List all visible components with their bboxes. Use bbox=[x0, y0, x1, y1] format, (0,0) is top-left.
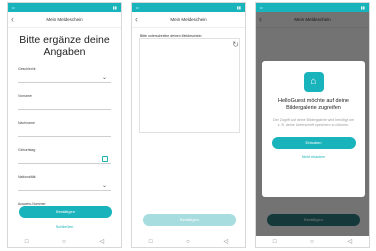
nav-recents-icon[interactable]: □ bbox=[25, 239, 29, 245]
app-header: ‹ Mein Meldeschein bbox=[132, 12, 245, 28]
form-title-line1: Bitte ergänze deine bbox=[19, 34, 110, 46]
nav-back-icon[interactable]: ◁ bbox=[100, 238, 105, 245]
confirm-button[interactable]: Bestätigen bbox=[19, 206, 112, 218]
signature-pad[interactable] bbox=[139, 38, 240, 133]
firstname-label: Vorname bbox=[18, 94, 33, 98]
status-bar: •• ▮▮ bbox=[256, 3, 369, 12]
status-bar: •• ▮▮ bbox=[8, 3, 121, 12]
calendar-icon[interactable] bbox=[102, 156, 108, 162]
screen-signature: •• ▮▮ ‹ Mein Meldeschein Bitte unterschre… bbox=[131, 2, 246, 248]
back-arrow-icon[interactable]: ‹ bbox=[11, 12, 14, 27]
form-title-line2: Angaben bbox=[43, 46, 86, 58]
nav-back-icon[interactable]: ◁ bbox=[224, 238, 229, 245]
chevron-down-icon: ⌄ bbox=[101, 75, 107, 81]
lastname-input[interactable]: Nachname bbox=[18, 112, 111, 139]
nav-home-icon[interactable]: ○ bbox=[62, 239, 66, 245]
screen-personal-data: •• ▮▮ ‹ Mein Meldeschein Bitte ergänze de… bbox=[7, 2, 122, 248]
firstname-input[interactable]: Vorname bbox=[18, 85, 111, 112]
android-nav-bar: □ ○ ◁ bbox=[256, 236, 369, 247]
close-link[interactable]: Schließen bbox=[8, 224, 121, 229]
back-arrow-icon[interactable]: ‹ bbox=[135, 12, 138, 27]
header-title: Mein Meldeschein bbox=[46, 17, 83, 22]
birthday-input[interactable]: Geburtstag bbox=[18, 139, 111, 166]
android-nav-bar: □ ○ ◁ bbox=[132, 236, 245, 247]
refresh-icon[interactable]: ↻ bbox=[232, 40, 239, 49]
nav-back-icon[interactable]: ◁ bbox=[348, 238, 353, 245]
app-header: ‹ Mein Meldeschein bbox=[8, 12, 121, 28]
status-bar: •• ▮▮ bbox=[132, 3, 245, 12]
screen-permission-dialog: ••▮▮ ‹ Mein Meldeschein Bestätigen ⌂ Hel… bbox=[255, 2, 370, 248]
dialog-title: HelloGuest möchte auf deine Bildergaleri… bbox=[278, 98, 349, 111]
chevron-down-icon: ⌄ bbox=[101, 183, 107, 189]
allow-button[interactable]: Erlauben bbox=[271, 137, 356, 149]
id-number-label: Ausweis-Nummer bbox=[18, 202, 46, 206]
field-underline bbox=[18, 109, 111, 110]
gender-select[interactable]: Geschlecht ⌄ bbox=[18, 58, 111, 85]
lastname-label: Nachname bbox=[18, 121, 35, 125]
header-title: Mein Meldeschein bbox=[170, 17, 207, 22]
nav-recents-icon[interactable]: □ bbox=[149, 239, 153, 245]
nav-recents-icon[interactable]: □ bbox=[273, 239, 277, 245]
signature-label: Bitte unterschreibe deinen Meldeschein: bbox=[140, 34, 203, 38]
birthday-label: Geburtstag bbox=[18, 148, 36, 152]
confirm-button[interactable]: Bestätigen bbox=[143, 214, 236, 226]
nav-home-icon[interactable]: ○ bbox=[310, 239, 314, 245]
gender-label: Geschlecht bbox=[18, 67, 36, 71]
dialog-text: Der Zugriff auf deine Bildergalerie wird… bbox=[272, 118, 355, 127]
deny-link[interactable]: Nicht erlauben bbox=[262, 155, 365, 159]
nav-home-icon[interactable]: ○ bbox=[186, 239, 190, 245]
form-title: Bitte ergänze deine Angaben bbox=[8, 34, 121, 58]
field-underline bbox=[18, 163, 111, 164]
app-logo-icon: ⌂ bbox=[303, 72, 324, 92]
android-nav-bar: □ ○ ◁ bbox=[8, 236, 121, 247]
permission-dialog: ⌂ HelloGuest möchte auf deine Bildergale… bbox=[262, 61, 365, 197]
field-underline bbox=[18, 190, 111, 191]
nationality-label: Nationalität bbox=[18, 175, 36, 179]
nationality-select[interactable]: Nationalität ⌄ bbox=[18, 166, 111, 193]
field-underline bbox=[18, 82, 111, 83]
field-underline bbox=[18, 136, 111, 137]
